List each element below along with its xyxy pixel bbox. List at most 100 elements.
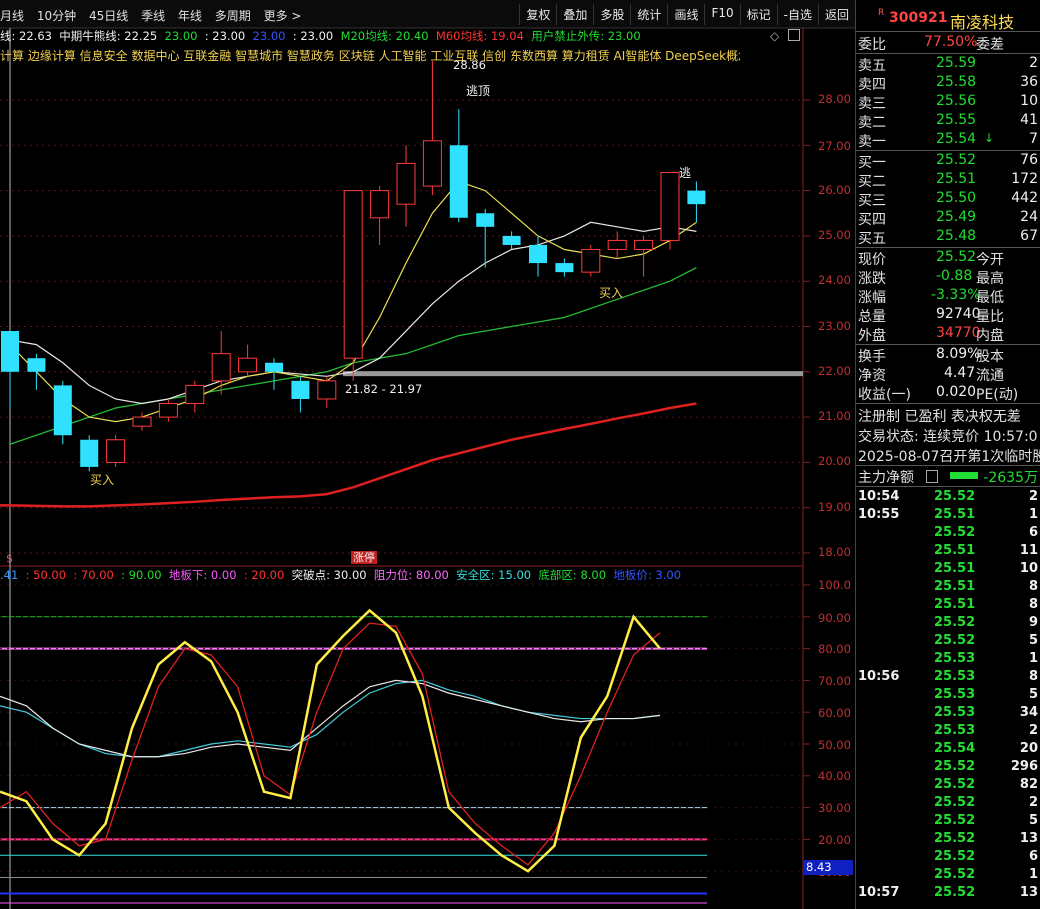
ask-row[interactable]: 卖二 25.55 41 xyxy=(856,112,1040,131)
stat-label: 换手 xyxy=(858,349,886,365)
tick-price: 25.51 xyxy=(934,561,976,576)
tick-price: 25.52 xyxy=(934,759,976,774)
tick-price: 25.54 xyxy=(934,741,976,756)
stat-label: 外盘 xyxy=(858,328,886,344)
tick-price: 25.53 xyxy=(934,687,976,702)
tick-volume: 296 xyxy=(1010,759,1038,774)
tick-volume: 13 xyxy=(1019,885,1038,900)
bid-row[interactable]: 买一 25.52 76 xyxy=(856,152,1040,171)
stat-value: 34770 xyxy=(936,325,981,341)
ask-row[interactable]: 卖五 25.59 2 xyxy=(856,55,1040,74)
tick-volume: 5 xyxy=(1028,813,1038,828)
ask-price: 25.58 xyxy=(936,74,977,90)
candle-body xyxy=(476,213,495,227)
stat-row: 收益(一) 0.020 PE(动) xyxy=(856,384,1040,403)
tick-price: 25.52 xyxy=(934,795,976,810)
candle-body xyxy=(343,190,363,359)
tick-row: 25.51 11 xyxy=(856,543,1040,561)
support-band xyxy=(343,371,803,377)
note-row: 注册制 已盈利 表决权无差 xyxy=(856,406,1040,425)
candle-body xyxy=(607,239,627,250)
bid-volume: 76 xyxy=(1020,152,1038,168)
tick-row: 25.52 296 xyxy=(856,759,1040,777)
tick-volume: 1 xyxy=(1028,507,1038,522)
bid-row[interactable]: 买三 25.50 442 xyxy=(856,190,1040,209)
r-flag: R xyxy=(878,8,885,18)
indicator-axis-label: 20.00 xyxy=(818,833,851,847)
indicator-legend-item: : 20.00 xyxy=(243,568,285,582)
tick-price: 25.51 xyxy=(934,507,976,522)
tick-price: 25.51 xyxy=(934,543,976,558)
tick-row: 25.52 6 xyxy=(856,525,1040,543)
tick-volume: 8 xyxy=(1028,579,1038,594)
tick-price: 25.53 xyxy=(934,705,976,720)
bid-row[interactable]: 买二 25.51 172 xyxy=(856,171,1040,190)
stat-row: 换手 8.09% 股本 xyxy=(856,346,1040,365)
tick-volume: 6 xyxy=(1028,525,1038,540)
tick-volume: 20 xyxy=(1019,741,1038,756)
candle-body xyxy=(27,358,46,372)
main-net-row[interactable]: 主力净额 -2635万 xyxy=(856,467,1040,486)
ask-label: 卖五 xyxy=(858,58,886,74)
stat-label: 总量 xyxy=(858,309,886,325)
tick-price: 25.53 xyxy=(934,669,976,684)
ask-label: 卖四 xyxy=(858,77,886,93)
list-icon[interactable] xyxy=(926,470,938,483)
candle-body xyxy=(185,384,205,405)
range-label: 21.82 - 21.97 xyxy=(345,382,423,396)
ask-price: 25.54 xyxy=(936,131,977,147)
bid-row[interactable]: 买四 25.49 24 xyxy=(856,209,1040,228)
price-chart[interactable] xyxy=(0,0,855,909)
note-text: 2025-08-07召开第1次临时股 xyxy=(858,449,1040,465)
ask-volume: 7 xyxy=(1029,131,1038,147)
limit-up-badge: 涨停 xyxy=(351,551,377,564)
tick-row: 25.52 5 xyxy=(856,633,1040,651)
stat-label-2: 最低 xyxy=(976,290,1004,306)
indicator-legend-item: 阻力位: 80.00 xyxy=(373,568,449,582)
tick-volume: 2 xyxy=(1028,723,1038,738)
price-axis-label: 23.00 xyxy=(818,319,851,333)
bid-row[interactable]: 买五 25.48 67 xyxy=(856,228,1040,247)
indicator-axis-label: 60.00 xyxy=(818,706,851,720)
ma60-line xyxy=(0,402,697,508)
main-net-value: -2635万 xyxy=(983,470,1038,486)
indicator-legend-item: .41 xyxy=(0,568,19,582)
tick-row: 25.53 1 xyxy=(856,651,1040,669)
escape-label: 逃 xyxy=(679,166,692,180)
tick-volume: 5 xyxy=(1028,687,1038,702)
candle-body xyxy=(132,416,152,427)
candle-body xyxy=(555,263,574,273)
candle-body xyxy=(1,331,19,372)
stat-value: 92740 xyxy=(936,306,981,322)
indicator-axis-label: 40.00 xyxy=(818,769,851,783)
candle-body xyxy=(106,439,126,463)
stat-row: 总量 92740 量比 xyxy=(856,306,1040,325)
price-axis-label: 22.00 xyxy=(818,364,851,378)
stat-value: -0.88 xyxy=(936,268,973,284)
tick-row: 25.52 82 xyxy=(856,777,1040,795)
stat-label: 涨跌 xyxy=(858,271,886,287)
price-axis-label: 18.00 xyxy=(818,545,851,559)
ask-row[interactable]: 卖四 25.58 36 xyxy=(856,74,1040,93)
cursor-value-badge: 8.43 xyxy=(803,860,853,875)
tick-price: 25.51 xyxy=(934,579,976,594)
ask-row[interactable]: 卖一 25.54 ↓ 7 xyxy=(856,131,1040,150)
tick-volume: 1 xyxy=(1028,651,1038,666)
ask-volume: 36 xyxy=(1020,74,1038,90)
ask-volume: 2 xyxy=(1029,55,1038,71)
ask-row[interactable]: 卖三 25.56 10 xyxy=(856,93,1040,112)
indicator-axis-label: 30.00 xyxy=(818,801,851,815)
candle-body xyxy=(211,353,231,382)
stat-label-2: 流通 xyxy=(976,368,1004,384)
tick-row: 25.52 13 xyxy=(856,831,1040,849)
indicator-axis-label: 90.00 xyxy=(818,611,851,625)
main-net-bar xyxy=(950,472,978,479)
candle-body xyxy=(502,235,521,245)
tick-row: 25.52 2 xyxy=(856,795,1040,813)
stat-label-2: PE(动) xyxy=(976,387,1019,403)
candle-body xyxy=(291,380,310,399)
high-price-label: 28.86 xyxy=(453,58,486,72)
down-arrow-icon: ↓ xyxy=(984,131,995,145)
tick-volume: 8 xyxy=(1028,669,1038,684)
bid-price: 25.49 xyxy=(936,209,977,225)
